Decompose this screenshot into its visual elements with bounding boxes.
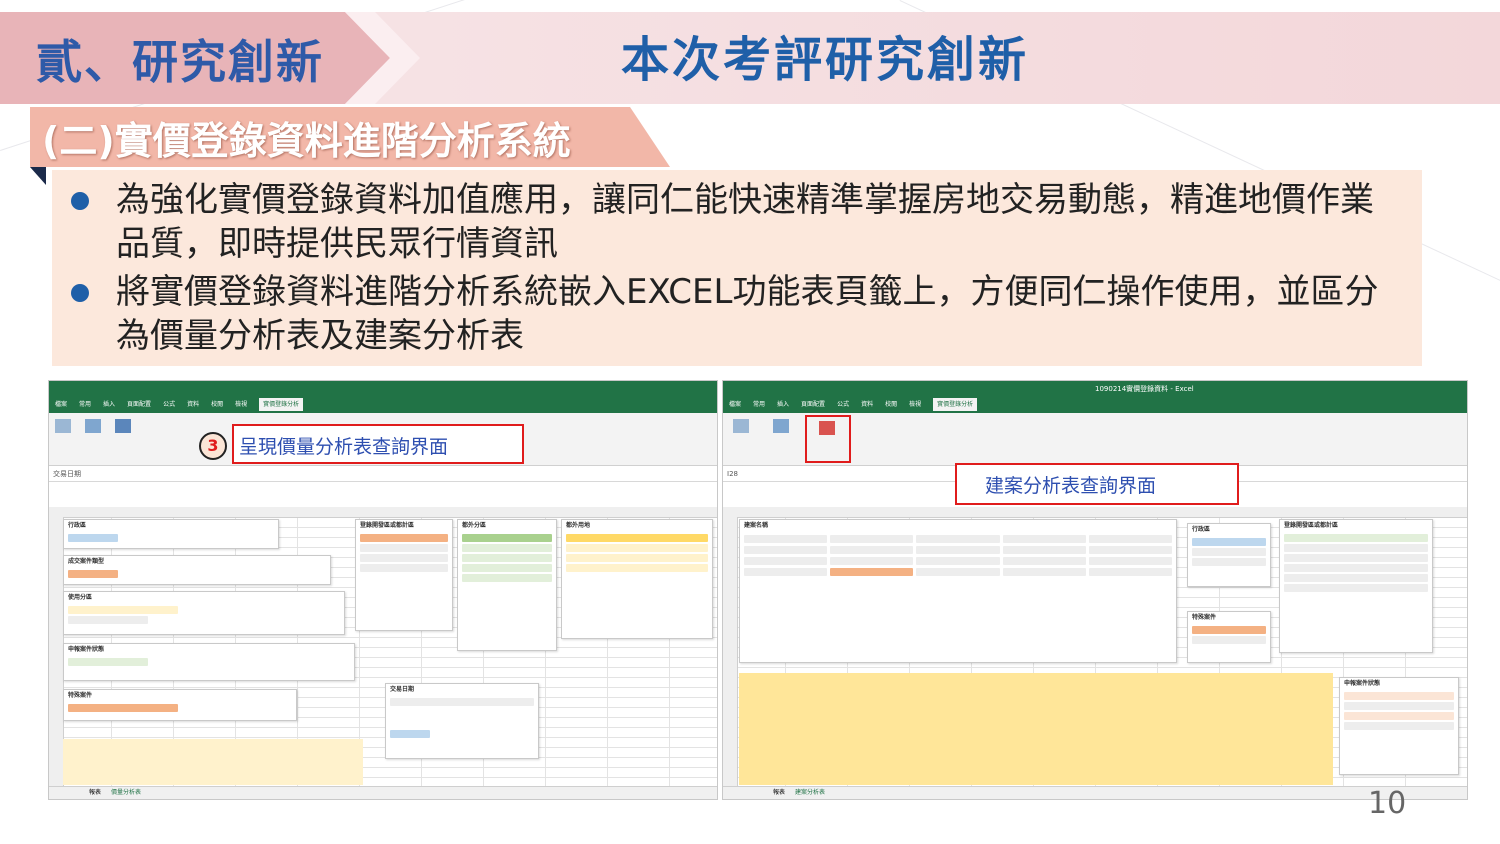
slicer-remark[interactable]: 申報案件狀態: [1339, 677, 1459, 775]
right-excel-screenshot: 1090214實價登錄資料 - Excel 檔案 常用 插入 頁面配置 公式 資料 校閱 檢視…: [722, 380, 1468, 800]
bullet-dot-icon: [71, 192, 89, 210]
excel-ribbon-tabs: 檔案 常用 插入 頁面配置 公式 資料 校閱 檢視 實價登錄分析: [723, 397, 1467, 413]
slicer-usage[interactable]: 使用分區: [63, 591, 345, 635]
slicer-zone[interactable]: 都外分區: [457, 519, 557, 651]
slicer-type[interactable]: 成交案件類型: [63, 555, 331, 585]
window-title: 1090214實價登錄資料 - Excel: [1095, 385, 1194, 393]
project-analysis-button-highlight[interactable]: [805, 415, 851, 463]
slicer-remark[interactable]: 申報案件狀態: [63, 643, 355, 681]
home-icon[interactable]: [115, 419, 131, 433]
pivot-table[interactable]: [63, 739, 363, 785]
page-title: 本次考評研究創新: [620, 32, 1029, 88]
formula-bar[interactable]: 交易日期: [49, 467, 717, 482]
sheet-tab-active[interactable]: 價量分析表: [111, 789, 141, 796]
callout-text: 呈現價量分析表查詢界面: [239, 436, 449, 458]
callout-box: 3 呈現價量分析表查詢界面: [199, 424, 524, 464]
ribbon-button-icon[interactable]: [773, 419, 789, 433]
home-icon: [819, 421, 835, 435]
slicer-special[interactable]: 特殊案件: [1187, 611, 1271, 663]
slicer-urban-plan[interactable]: 登錄開發區或都計區: [1279, 519, 1433, 653]
slicer-zone-use[interactable]: 都外用地: [561, 519, 713, 639]
tab-price-analysis[interactable]: 實價登錄分析: [259, 398, 304, 411]
pivot-table[interactable]: [739, 673, 1333, 785]
callout-number: 3: [199, 432, 227, 460]
sheet-tabs: 報表 價量分析表: [49, 786, 717, 799]
name-box[interactable]: I28: [727, 470, 738, 478]
ribbon-button-icon[interactable]: [55, 419, 71, 433]
ribbon-button-icon[interactable]: [85, 419, 101, 433]
bullet-dot-icon: [71, 284, 89, 302]
sheet-tab-active[interactable]: 建案分析表: [795, 789, 825, 796]
subtitle: (二)實價登錄資料進階分析系統: [42, 119, 571, 163]
banner-corner: [30, 167, 46, 185]
bullet-text: 將實價登錄資料進階分析系統嵌入EXCEL功能表頁籤上，方便同仁操作使用，並區分為…: [116, 272, 1379, 356]
excel-ribbon: [723, 413, 1467, 466]
bullet-box: 為強化實價登錄資料加值應用，讓同仁能快速精準掌握房地交易動態，精進地價作業品質，…: [52, 170, 1422, 366]
left-excel-screenshot: 檔案 常用 插入 頁面配置 公式 資料 校閱 檢視 實價登錄分析 3 呈現價量分析表查詢界面 交…: [48, 380, 718, 800]
sheet-tabs: 報表 建案分析表: [723, 786, 1467, 799]
page-number: 10: [1368, 786, 1407, 821]
ribbon-button-icon[interactable]: [733, 419, 749, 433]
timeline-trade-date[interactable]: 交易日期: [385, 683, 539, 759]
slicer-district[interactable]: 行政區: [1187, 523, 1271, 587]
slicer-urban-plan[interactable]: 登錄開發區或都計區: [355, 519, 453, 631]
row-headers: [49, 517, 64, 787]
name-box[interactable]: 交易日期: [53, 470, 81, 478]
tab-price-analysis[interactable]: 實價登錄分析: [933, 398, 978, 411]
callout-text: 建案分析表查詢界面: [985, 475, 1157, 497]
column-headers: [723, 507, 1467, 518]
excel-titlebar: [49, 381, 717, 397]
slicer-special[interactable]: 特殊案件: [63, 689, 297, 721]
excel-titlebar: 1090214實價登錄資料 - Excel: [723, 381, 1467, 397]
excel-ribbon-tabs: 檔案 常用 插入 頁面配置 公式 資料 校閱 檢視 實價登錄分析: [49, 397, 717, 413]
slicer-district[interactable]: 行政區: [63, 519, 279, 549]
slicer-project-name[interactable]: 建案名稱: [739, 519, 1177, 663]
column-headers: [49, 507, 717, 518]
sheet-tab[interactable]: 報表: [773, 789, 785, 796]
row-headers: [723, 517, 738, 787]
sheet-tab[interactable]: 報表: [89, 789, 101, 796]
bullet-text: 為強化實價登錄資料加值應用，讓同仁能快速精準掌握房地交易動態，精進地價作業品質，…: [116, 180, 1374, 264]
callout-box: 建案分析表查詢界面: [955, 463, 1239, 505]
